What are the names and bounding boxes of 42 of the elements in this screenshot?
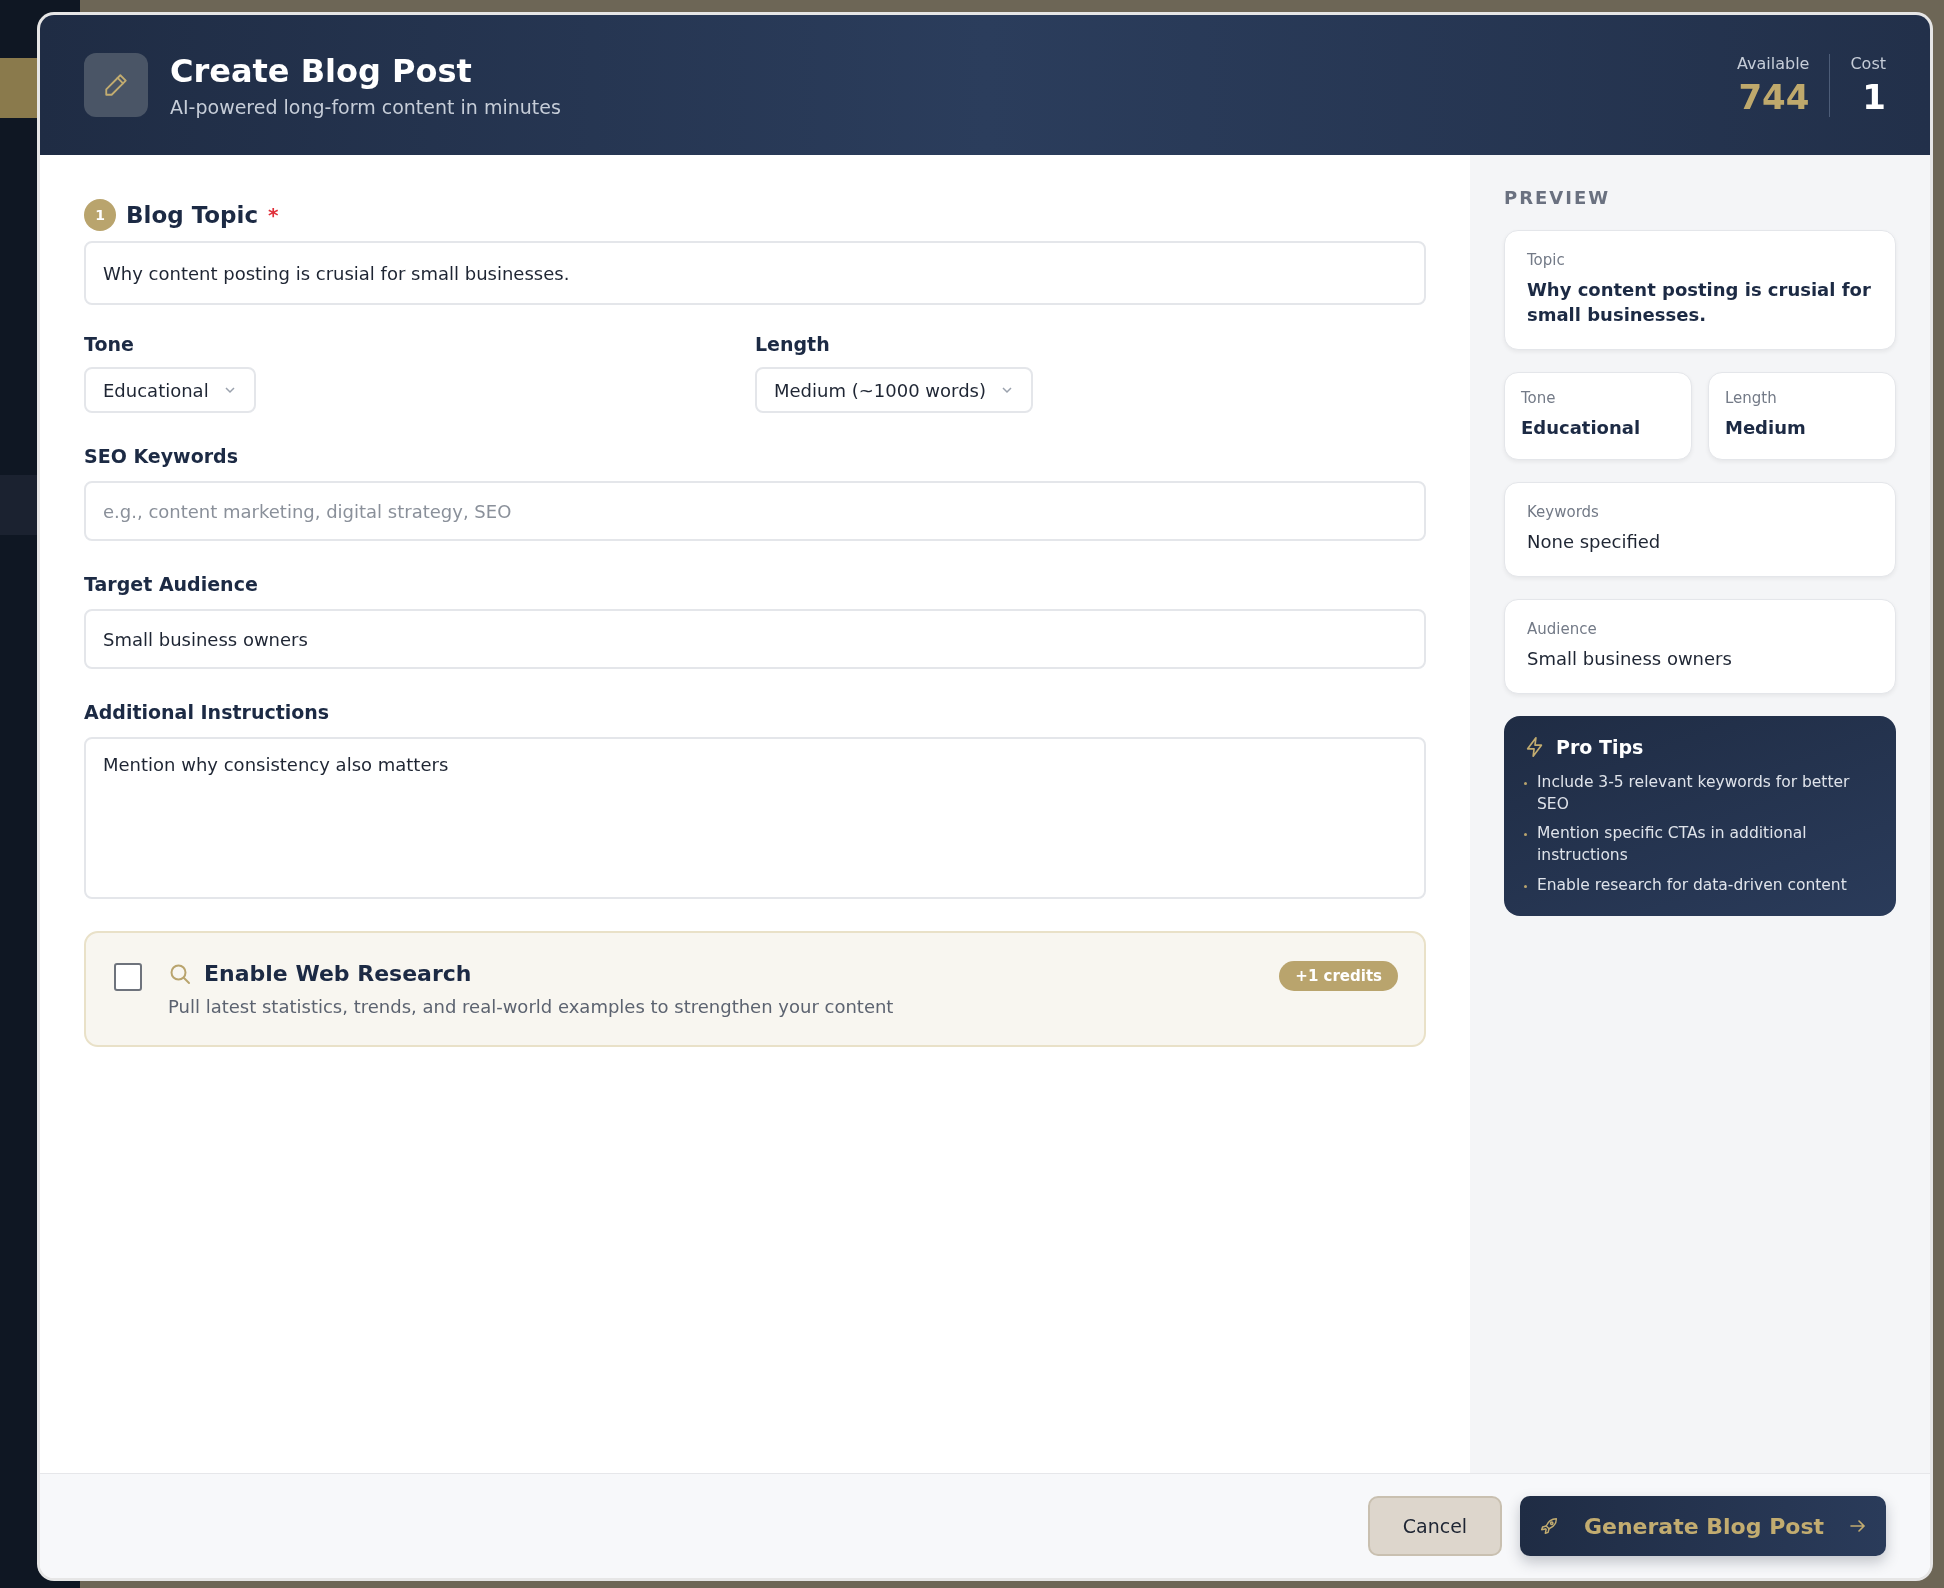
- tone-select[interactable]: Educational: [84, 367, 256, 413]
- preview-label: Topic: [1527, 251, 1566, 269]
- preview-label: Keywords: [1527, 502, 1600, 521]
- stat-value: 744: [1738, 76, 1810, 117]
- preview-value: Why content posting is crusial for small businesses.: [1527, 278, 1872, 328]
- stat-value: 1: [1862, 76, 1886, 117]
- dialog-subtitle: AI-powered long-form content in minutes: [170, 96, 562, 118]
- preview-label: Tone: [1521, 389, 1557, 408]
- preview-value: None specified: [1527, 529, 1662, 554]
- generate-button[interactable]: Generate Blog Post: [1519, 1496, 1886, 1556]
- keywords-input[interactable]: e.g., content marketing, digital strategy, SEO: [84, 481, 1426, 541]
- pencil-icon: [84, 53, 148, 117]
- audience-input[interactable]: Small business owners: [84, 609, 1426, 669]
- tips-title: Pro Tips: [1556, 735, 1644, 758]
- cancel-button[interactable]: Cancel: [1367, 1496, 1502, 1556]
- preview-value: Educational: [1521, 416, 1642, 441]
- credits-badge: +1 credits: [1279, 961, 1398, 991]
- stat-label: Available: [1737, 53, 1810, 73]
- research-checkbox[interactable]: [114, 963, 142, 991]
- preview-label: Length: [1725, 389, 1778, 408]
- length-select[interactable]: Medium (~1000 words): [755, 367, 1033, 413]
- instructions-textarea[interactable]: Mention why consistency also matters: [84, 737, 1426, 899]
- dialog-title: Create Blog Post: [170, 52, 473, 90]
- required-mark: *: [268, 203, 279, 227]
- preview-value: Small business owners: [1527, 646, 1733, 671]
- step-badge: 1: [84, 199, 116, 231]
- preview-value: Medium: [1725, 416, 1807, 441]
- tip-text: Include 3-5 relevant keywords for better SEO: [1537, 771, 1851, 815]
- research-title: Enable Web Research: [204, 961, 472, 986]
- stat-label: Cost: [1850, 53, 1886, 73]
- preview-label: Audience: [1527, 619, 1598, 638]
- tip-text: Enable research for data-driven content: [1537, 874, 1847, 896]
- field-label: Blog Topic: [126, 202, 259, 228]
- field-label: Tone: [84, 333, 135, 355]
- field-label: SEO Keywords: [84, 445, 239, 467]
- topic-input[interactable]: Why content posting is crusial for small businesses.: [84, 241, 1426, 305]
- preview-heading: PREVIEW: [1504, 187, 1612, 208]
- research-description: Pull latest statistics, trends, and real-world examples to strengthen your content: [168, 996, 895, 1017]
- field-label: Length: [755, 333, 831, 355]
- tip-text: Mention specific CTAs in additional instructions: [1537, 823, 1808, 866]
- field-label: Additional Instructions: [84, 701, 331, 723]
- field-label: Target Audience: [84, 573, 259, 595]
